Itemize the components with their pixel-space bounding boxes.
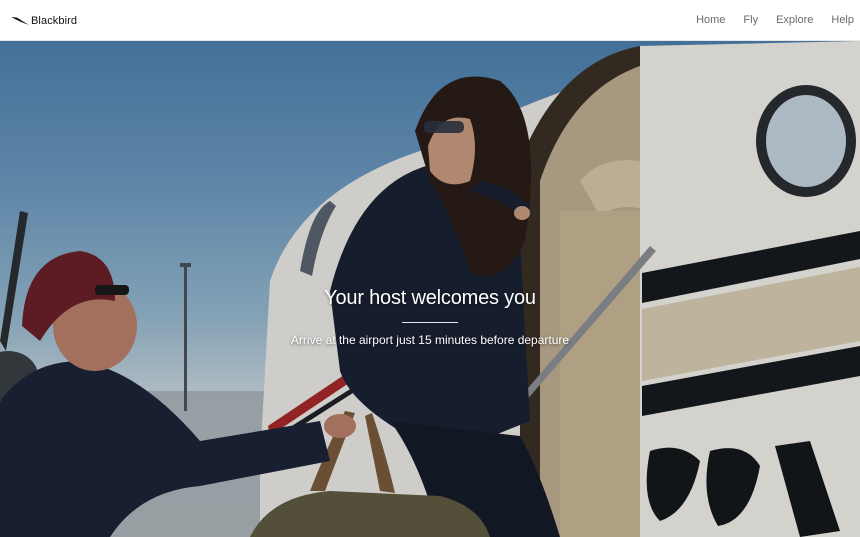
nav-item-help[interactable]: Help — [831, 12, 854, 28]
site-header: Blackbird Home Fly Explore Help — [0, 0, 860, 41]
main-nav: Home Fly Explore Help — [696, 12, 854, 28]
nav-item-fly[interactable]: Fly — [743, 12, 758, 28]
nav-item-home[interactable]: Home — [696, 12, 725, 28]
nav-item-explore[interactable]: Explore — [776, 12, 813, 28]
hero-banner: Your host welcomes you Arrive at the air… — [0, 41, 860, 537]
blackbird-wing-icon — [11, 17, 29, 25]
brand-logo[interactable]: Blackbird — [10, 13, 77, 29]
hero-subtitle: Arrive at the airport just 15 minutes be… — [290, 333, 570, 347]
hero-title: Your host welcomes you — [324, 287, 536, 309]
hero-text-block: Your host welcomes you Arrive at the air… — [230, 287, 630, 347]
hero-divider — [402, 322, 458, 323]
brand-name: Blackbird — [31, 15, 78, 27]
